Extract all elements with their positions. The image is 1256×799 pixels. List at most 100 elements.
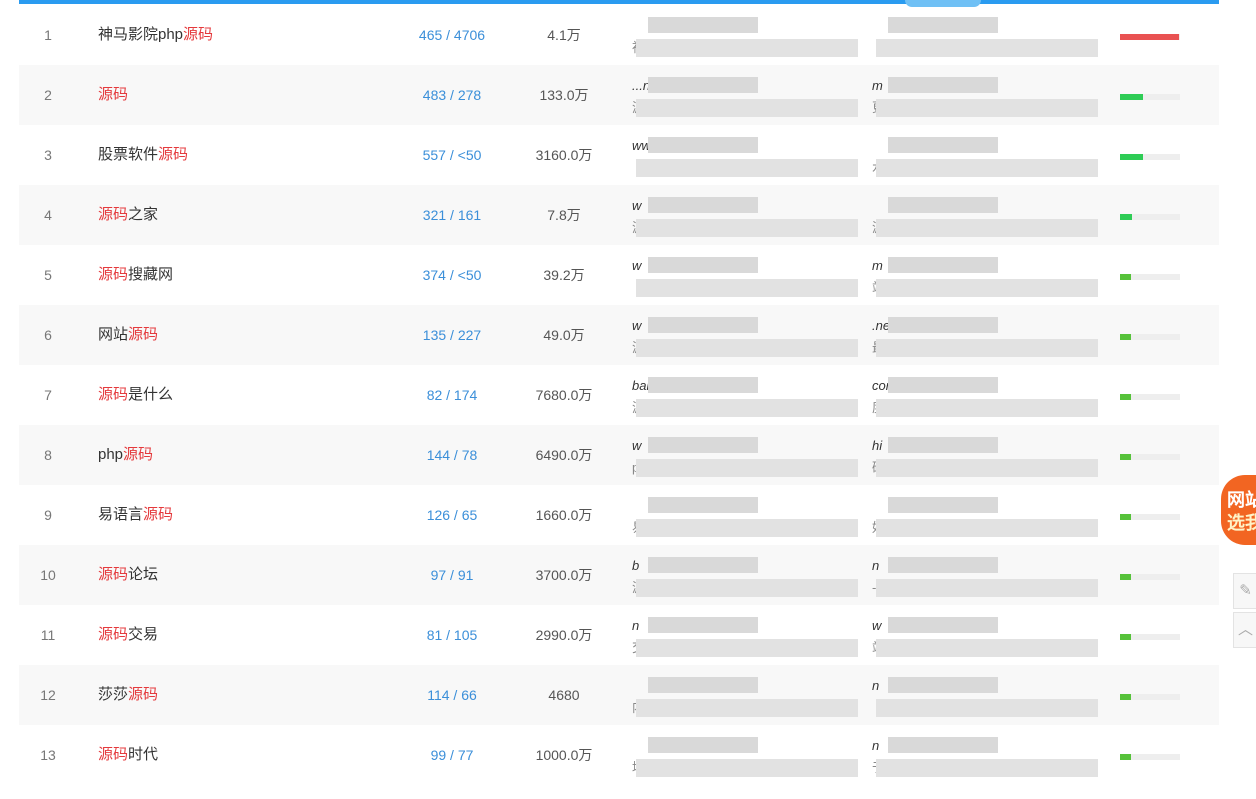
competition-meter xyxy=(1120,34,1180,40)
index-value[interactable]: 81 / 105 xyxy=(379,605,525,665)
search-volume: 4.1万 xyxy=(547,27,581,43)
keyword-suffix: 搜藏网 xyxy=(128,266,174,283)
search-volume: 7.8万 xyxy=(547,207,581,223)
top-site-2[interactable]: 源码之家-. xyxy=(872,195,1102,239)
site-url: w xyxy=(632,198,642,213)
index-value[interactable]: 557 / <50 xyxy=(379,125,525,185)
feedback-button[interactable]: ✎ xyxy=(1233,573,1256,609)
table-row: 4 源码之家 321 / 161 7.8万 w源 免费网站源源码之家-. xyxy=(19,185,1219,245)
index-value[interactable]: 99 / 77 xyxy=(379,725,525,785)
redaction-mask xyxy=(876,759,1098,777)
top-site-2[interactable]: m站百科 xyxy=(872,255,1102,299)
keyword-link[interactable]: 神马影院php源码 xyxy=(98,5,358,65)
top-site-2[interactable]: m更快的站长... xyxy=(872,75,1102,119)
top-site-1[interactable]: w源码 源码 xyxy=(632,315,862,359)
top-site-2[interactable]: n于我 时代官网 xyxy=(872,735,1102,779)
keyword-suffix: 是什么 xyxy=(128,386,174,403)
rank-cell: 9 xyxy=(44,507,52,523)
index-value[interactable]: 144 / 78 xyxy=(379,425,525,485)
keyword-link[interactable]: 股票软件源码 xyxy=(98,125,358,185)
index-value[interactable]: 82 / 174 xyxy=(379,365,525,425)
index-value[interactable]: 374 / <50 xyxy=(379,245,525,305)
rank-cell: 6 xyxy=(44,327,52,343)
top-site-1[interactable]: w源 免费网站源 xyxy=(632,195,862,239)
keyword-link[interactable]: 源码是什么 xyxy=(98,365,358,425)
index-value[interactable]: 321 / 161 xyxy=(379,185,525,245)
redaction-mask xyxy=(648,317,758,333)
search-volume: 49.0万 xyxy=(543,327,585,343)
redaction-mask xyxy=(888,557,998,573)
keyword-suffix: 时代 xyxy=(128,746,159,763)
keyword-link[interactable]: php源码 xyxy=(98,425,358,485)
redaction-mask xyxy=(636,699,858,717)
index-value[interactable]: 126 / 65 xyxy=(379,485,525,545)
index-value[interactable]: 97 / 91 xyxy=(379,545,525,605)
site-url: b xyxy=(632,558,640,573)
top-site-1[interactable]: www「酝 xyxy=(632,135,862,179)
top-site-2[interactable]: 好者分享易语... xyxy=(872,495,1102,539)
site-url: bai xyxy=(632,378,650,393)
top-site-1[interactable]: w xyxy=(632,255,862,299)
keyword-link[interactable]: 源码论坛 xyxy=(98,545,358,605)
competition-meter-fill xyxy=(1120,214,1132,220)
top-site-1[interactable]: wph - 源码之 xyxy=(632,435,862,479)
competition-meter-fill xyxy=(1120,94,1143,100)
top-site-2[interactable]: 水先不 xyxy=(872,135,1102,179)
top-site-2[interactable]: .net最新免费网站源码下. xyxy=(872,315,1102,359)
top-site-1[interactable]: 神 xyxy=(632,15,862,59)
keyword-link[interactable]: 源码搜藏网 xyxy=(98,245,358,305)
keyword-prefix: 莎莎 xyxy=(98,686,129,703)
keyword-suffix: 之家 xyxy=(128,206,159,223)
redaction-mask xyxy=(648,197,758,213)
redaction-mask xyxy=(888,77,998,93)
site-url: m xyxy=(872,78,883,93)
keyword-link[interactable]: 易语言源码 xyxy=(98,485,358,545)
redaction-mask xyxy=(888,437,998,453)
chevron-up-icon: ︿ xyxy=(1237,621,1253,638)
search-volume: 2990.0万 xyxy=(535,627,593,643)
competition-meter xyxy=(1120,214,1180,220)
top-site-1[interactable]: bai源码 xyxy=(632,375,862,419)
keyword-highlight: 源码 xyxy=(98,206,129,223)
table-row: 2 源码 483 / 278 133.0万 ...ninzz.com源码 源m更快的站长… xyxy=(19,65,1219,125)
back-to-top-button[interactable]: ︿ xyxy=(1233,612,1256,648)
redaction-mask xyxy=(876,99,1098,117)
keyword-prefix: 股票软件 xyxy=(98,146,159,163)
keyword-link[interactable]: 源码 xyxy=(98,65,358,125)
keyword-link[interactable]: 源码之家 xyxy=(98,185,358,245)
redaction-mask xyxy=(648,737,758,753)
top-site-1[interactable]: b源码 xyxy=(632,555,862,599)
keyword-link[interactable]: 莎莎源码 xyxy=(98,665,358,725)
redaction-mask xyxy=(888,617,998,633)
table-row: 6 网站源码 135 / 227 49.0万 w源码 源码.net最新免费网站源码下. xyxy=(19,305,1219,365)
top-site-1[interactable]: 易语言资源 xyxy=(632,495,862,539)
redaction-mask xyxy=(876,219,1098,237)
top-site-2[interactable]: cor度知道 xyxy=(872,375,1102,419)
top-site-2[interactable] xyxy=(872,15,1102,59)
index-value[interactable]: 465 / 4706 xyxy=(379,5,525,65)
keyword-prefix: 易语言 xyxy=(98,506,144,523)
keyword-link[interactable]: 源码交易 xyxy=(98,605,358,665)
top-site-1[interactable]: 培训 uih5java培训 . xyxy=(632,735,862,779)
search-volume: 133.0万 xyxy=(539,87,589,103)
keyword-link[interactable]: 源码时代 xyxy=(98,725,358,785)
top-site-2[interactable]: n xyxy=(872,675,1102,719)
redaction-mask xyxy=(636,219,858,237)
top-site-1[interactable]: 内著名的免费精 xyxy=(632,675,862,719)
competition-meter xyxy=(1120,694,1180,700)
top-site-1[interactable]: n交易平台,源 xyxy=(632,615,862,659)
keyword-link[interactable]: 网站源码 xyxy=(98,305,358,365)
keyword-highlight: 源码 xyxy=(98,266,129,283)
index-value[interactable]: 114 / 66 xyxy=(379,665,525,725)
top-site-2[interactable]: hi码 php网站源.. xyxy=(872,435,1102,479)
keyword-suffix: 交易 xyxy=(128,626,159,643)
search-volume: 39.2万 xyxy=(543,267,585,283)
top-site-2[interactable]: w站网 xyxy=(872,615,1102,659)
competition-meter xyxy=(1120,94,1180,100)
index-value[interactable]: 135 / 227 xyxy=(379,305,525,365)
top-site-2[interactable]: n-精品资源下... xyxy=(872,555,1102,599)
index-value[interactable]: 483 / 278 xyxy=(379,65,525,125)
top-site-1[interactable]: ...ninzz.com源码 源 xyxy=(632,75,862,119)
redaction-mask xyxy=(888,257,998,273)
promo-badge[interactable]: 网站 选我 xyxy=(1221,475,1256,545)
